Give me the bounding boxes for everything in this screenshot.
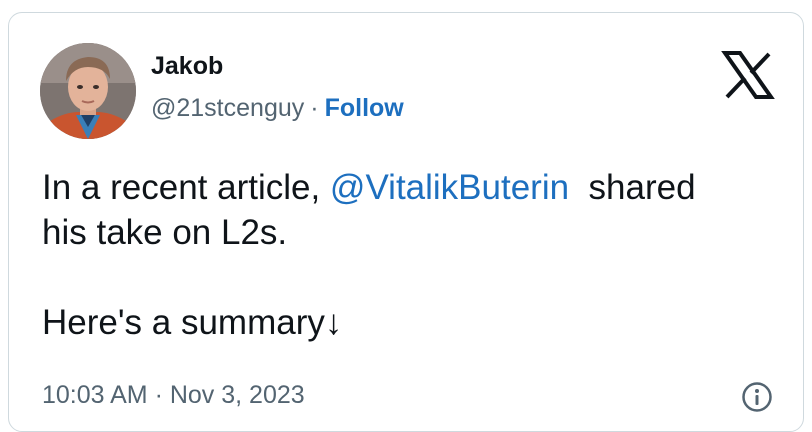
tweet-line-1: In a recent article, @VitalikButerin sha… [42,165,782,210]
tweet-text-prefix: In a recent article, [42,168,330,207]
avatar[interactable] [40,43,136,139]
tweet-text: In a recent article, @VitalikButerin sha… [42,165,782,345]
follow-button[interactable]: Follow [325,94,404,122]
tweet-timestamp[interactable]: 10:03 AM · Nov 3, 2023 [42,379,305,411]
mention-link[interactable]: @VitalikButerin [330,168,569,207]
tweet-text-suffix: shared [569,168,696,207]
info-icon[interactable] [741,381,773,413]
tweet-card: Jakob @21stcenguy · Follow In a recent art… [8,12,804,432]
avatar-image [40,43,136,139]
tweet-line-3 [42,255,782,300]
author-name[interactable]: Jakob [151,51,223,81]
tweet-line-2: his take on L2s. [42,213,288,252]
x-logo-icon[interactable] [721,51,775,99]
meta-separator: · [310,94,319,122]
author-handle[interactable]: @21stcenguy [151,94,304,122]
author-meta: @21stcenguy · Follow [151,93,404,123]
tweet-line-4: Here's a summary↓ [42,303,343,342]
